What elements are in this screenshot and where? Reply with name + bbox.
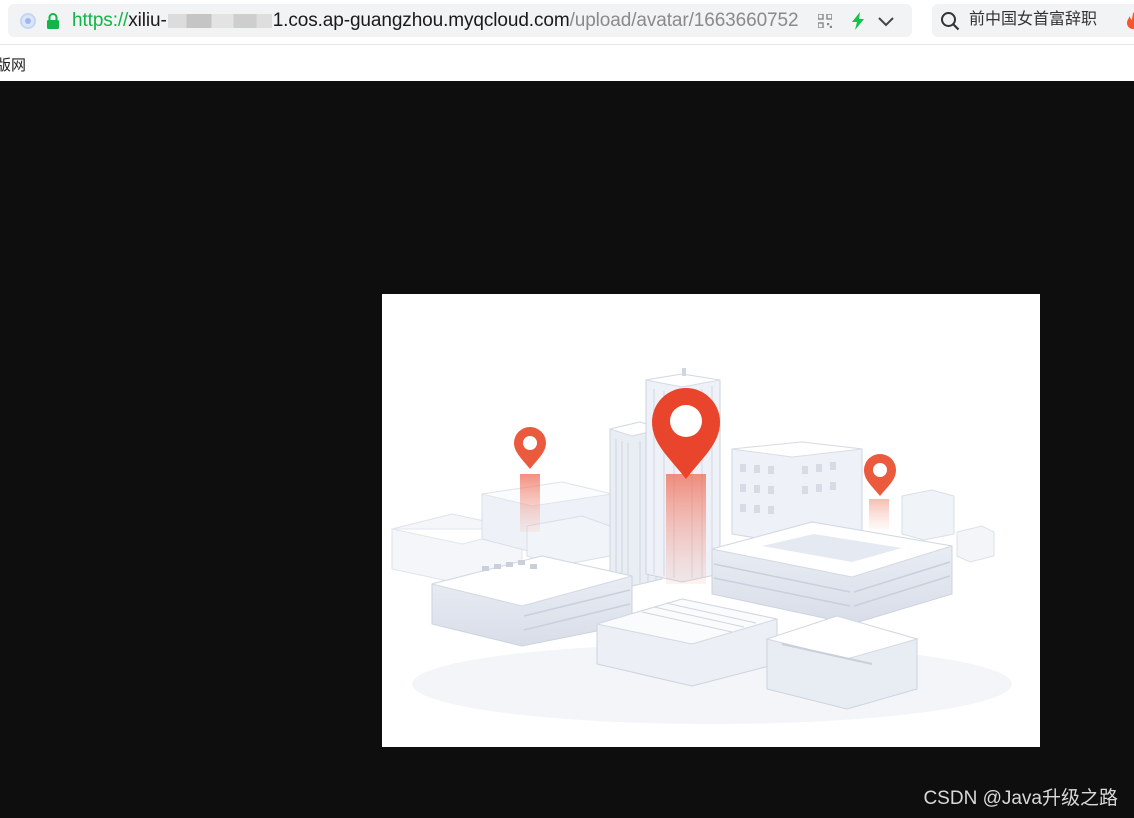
qr-code-icon[interactable] bbox=[818, 14, 832, 28]
location-beam-right bbox=[869, 499, 889, 529]
url-path: /upload/avatar/1663660752 bbox=[569, 10, 799, 31]
url-scheme: https:// bbox=[72, 10, 129, 31]
displayed-image[interactable] bbox=[382, 294, 1040, 747]
watermark-text: CSDN @Java升级之路 bbox=[923, 788, 1118, 809]
lightning-icon[interactable] bbox=[850, 12, 866, 30]
location-beam-left bbox=[520, 474, 540, 532]
location-beam-center bbox=[666, 474, 706, 584]
city-location-illustration bbox=[391, 368, 1012, 724]
site-icon bbox=[20, 13, 36, 29]
fire-icon bbox=[1127, 12, 1134, 29]
browser-toolbar: https://xiliu- 1.cos.ap-guangzhou.myqclou… bbox=[0, 0, 1134, 44]
building-right-front bbox=[765, 615, 919, 710]
url-text[interactable]: https://xiliu- 1.cos.ap-guangzhou.myqclou… bbox=[72, 8, 799, 34]
search-suggestion-text[interactable]: 前中国女首富辞职 bbox=[969, 10, 1097, 30]
location-pin-right-icon bbox=[864, 454, 896, 496]
bookmark-item[interactable]: 版网 bbox=[0, 54, 26, 75]
url-host-end: 1.cos.ap-guangzhou.myqcloud.com bbox=[272, 10, 570, 31]
image-viewer: CSDN @Java升级之路 bbox=[0, 81, 1134, 818]
location-pin-left-icon bbox=[514, 427, 546, 469]
address-bar[interactable]: https://xiliu- 1.cos.ap-guangzhou.myqclou… bbox=[8, 4, 912, 37]
chevron-down-icon[interactable] bbox=[877, 13, 895, 29]
search-icon[interactable] bbox=[940, 11, 960, 31]
search-box[interactable]: 前中国女首富辞职 bbox=[932, 4, 1134, 37]
lock-icon bbox=[47, 13, 59, 29]
bookmark-bar: 版网 bbox=[0, 44, 1134, 81]
redacted-text bbox=[167, 13, 272, 28]
url-host-start: xiliu- bbox=[128, 10, 167, 31]
